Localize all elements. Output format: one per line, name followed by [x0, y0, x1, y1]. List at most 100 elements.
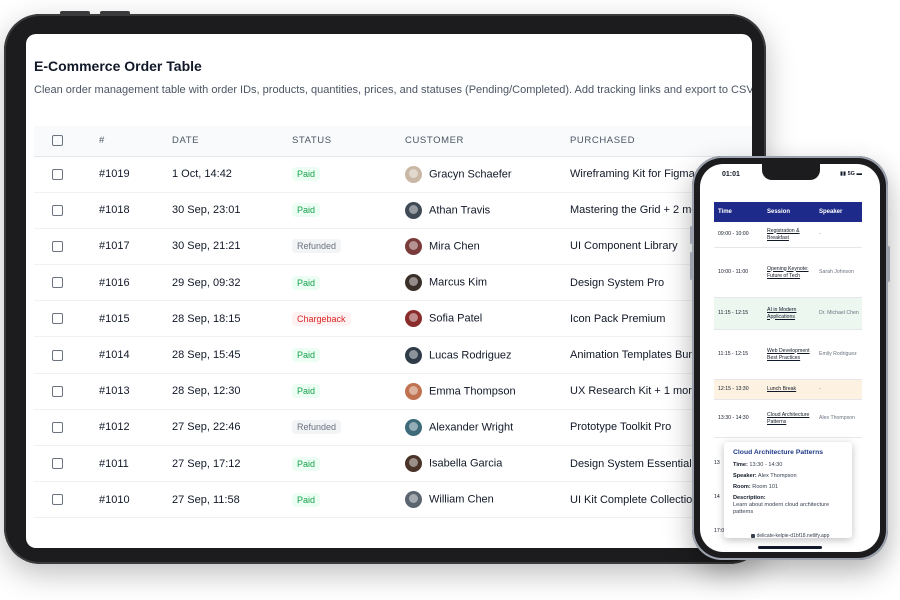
table-row[interactable]: #1019 1 Oct, 14:42 Paid Gracyn Schaefer Wire… [34, 156, 752, 193]
order-status-cell: Paid [292, 373, 405, 410]
row-checkbox[interactable] [52, 168, 63, 180]
row-checkbox-cell [34, 156, 99, 193]
schedule-row[interactable]: 09:00 - 10:00 Registration & Breakfast - [714, 222, 862, 248]
table-row[interactable]: #1012 27 Sep, 22:46 Refunded Alexander Wrig… [34, 409, 752, 447]
order-date: 28 Sep, 12:30 [172, 373, 292, 410]
session-link[interactable]: Web Development Best Practices [765, 348, 817, 362]
avatar [405, 165, 422, 183]
table-row[interactable]: #1010 27 Sep, 11:58 Paid William Chen UI Kit… [34, 481, 752, 519]
row-checkbox[interactable] [52, 494, 63, 506]
order-id: #1010 [99, 481, 172, 519]
status-badge: Refunded [292, 239, 342, 254]
row-checkbox[interactable] [52, 458, 63, 470]
row-checkbox-cell [34, 264, 99, 302]
status-badge: Chargeback [292, 311, 351, 326]
session-link[interactable]: Opening Keynote: Future of Tech [765, 266, 817, 280]
schedule-row[interactable]: 13:30 - 14:30 Cloud Architecture Patterns… [714, 400, 862, 438]
schedule-row[interactable]: 11:15 - 12:15 AI in Modern Applications Dr… [714, 298, 862, 330]
status-badge: Refunded [292, 420, 342, 435]
row-checkbox[interactable] [52, 422, 63, 433]
page-title: E-Commerce Order Table [34, 58, 202, 74]
order-status-cell: Paid [292, 192, 405, 229]
order-date: 30 Sep, 21:21 [172, 228, 292, 266]
table-row[interactable]: #1016 29 Sep, 09:32 Paid Marcus Kim Design S… [34, 264, 752, 302]
customer-name: Athan Travis [429, 204, 491, 217]
session-link[interactable]: Cloud Architecture Patterns [765, 412, 817, 426]
customer-cell: Emma Thompson [405, 373, 570, 410]
column-header-purchased[interactable]: PURCHASED [570, 126, 752, 157]
network-label: 5G [847, 171, 855, 177]
session-speaker: - [819, 386, 821, 392]
table-row[interactable]: #1017 30 Sep, 21:21 Refunded Mira Chen UI Co… [34, 228, 752, 266]
order-date: 27 Sep, 17:12 [172, 445, 292, 483]
avatar [405, 346, 422, 364]
status-badge: Paid [292, 384, 321, 399]
column-header-id[interactable]: # [99, 126, 172, 157]
session-popover: Cloud Architecture Patterns Time: 13:30 … [724, 442, 852, 538]
row-checkbox[interactable] [52, 313, 63, 325]
row-checkbox[interactable] [52, 204, 63, 216]
session-speaker: Dr. Michael Chen [819, 310, 859, 316]
table-row[interactable]: #1015 28 Sep, 18:15 Chargeback Sofia Patel I… [34, 300, 752, 338]
row-checkbox[interactable] [52, 349, 63, 361]
select-all-checkbox[interactable] [52, 135, 63, 147]
customer-cell: Sofia Patel [405, 300, 570, 338]
table-row[interactable]: #1013 28 Sep, 12:30 Paid Emma Thompson UX Re… [34, 373, 752, 410]
popover-title: Cloud Architecture Patterns [733, 449, 824, 456]
row-checkbox-cell [34, 445, 99, 483]
customer-name: Emma Thompson [429, 385, 516, 398]
row-checkbox-cell [34, 192, 99, 229]
phone-button [888, 246, 890, 282]
schedule-header-session: Session [767, 209, 791, 215]
schedule-row[interactable]: 12:15 - 13:30 Lunch Break - [714, 380, 862, 400]
order-table: # DATE STATUS CUSTOMER PURCHASED #1019 1 … [34, 126, 752, 519]
status-time: 01:01 [722, 171, 740, 178]
row-checkbox-cell [34, 481, 99, 519]
status-badge: Paid [292, 275, 321, 290]
schedule-row[interactable]: 10:00 - 11:00 Opening Keynote: Future of … [714, 248, 862, 298]
avatar [405, 382, 422, 400]
address-bar[interactable]: delicate-kelpie-d1bf18.netlify.app [700, 533, 880, 539]
row-checkbox[interactable] [52, 277, 63, 289]
session-time: 12:15 - 13:30 [718, 386, 749, 392]
schedule-header-time: Time [718, 209, 732, 215]
row-checkbox-cell [34, 409, 99, 447]
signal-icon: ▮▮ [840, 171, 847, 177]
popover-time: Time: 13:30 - 14:30 [733, 462, 783, 468]
customer-name: Alexander Wright [429, 421, 514, 434]
order-status-cell: Paid [292, 481, 405, 519]
row-checkbox-cell [34, 300, 99, 338]
schedule-row[interactable]: 11:15 - 12:15 Web Development Best Practi… [714, 330, 862, 380]
column-header-status[interactable]: STATUS [292, 126, 405, 157]
customer-name: William Chen [429, 493, 494, 506]
tablet-button [60, 11, 90, 16]
column-header-customer[interactable]: CUSTOMER [405, 126, 570, 157]
customer-name: Sofia Patel [429, 312, 483, 325]
session-link[interactable]: AI in Modern Applications [765, 307, 817, 321]
customer-name: Marcus Kim [429, 276, 488, 289]
order-date: 29 Sep, 09:32 [172, 264, 292, 302]
tablet-button [100, 11, 130, 16]
table-row[interactable]: #1011 27 Sep, 17:12 Paid Isabella Garcia Des… [34, 445, 752, 483]
schedule-body: 09:00 - 10:00 Registration & Breakfast -10… [714, 222, 862, 438]
session-time: 11:15 - 12:15 [718, 310, 749, 316]
table-row[interactable]: #1014 28 Sep, 15:45 Paid Lucas Rodriguez Ani… [34, 336, 752, 374]
order-id: #1014 [99, 336, 172, 374]
session-link[interactable]: Lunch Break [765, 386, 817, 393]
phone-notch [762, 164, 820, 180]
home-indicator[interactable] [758, 546, 822, 549]
avatar [405, 310, 422, 328]
page-description: Clean order management table with order … [34, 84, 752, 96]
order-table-body: #1019 1 Oct, 14:42 Paid Gracyn Schaefer Wire… [34, 156, 752, 519]
avatar [405, 201, 422, 219]
row-checkbox[interactable] [52, 241, 63, 253]
column-header-date[interactable]: DATE [172, 126, 292, 157]
avatar [405, 491, 422, 509]
popover-description: Learn about modern cloud architecture pa… [733, 502, 830, 515]
partial-time-label: 13 [714, 460, 720, 466]
customer-cell: Athan Travis [405, 192, 570, 229]
table-row[interactable]: #1018 30 Sep, 23:01 Paid Athan Travis Master… [34, 192, 752, 229]
session-link[interactable]: Registration & Breakfast [765, 228, 817, 242]
row-checkbox[interactable] [52, 385, 63, 397]
partial-time-label: 14 [714, 494, 720, 500]
